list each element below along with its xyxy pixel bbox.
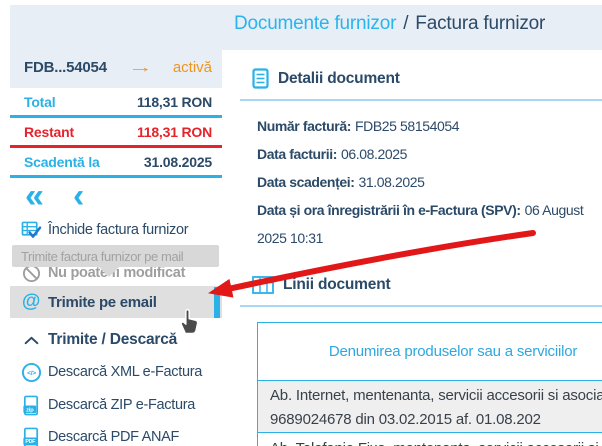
total-value: 118,31 RON (137, 94, 212, 110)
invoice-status-badge: activă (173, 59, 212, 76)
table-row: Ab. Internet, mentenanta, servicii acces… (258, 381, 602, 433)
lines-divider (240, 305, 602, 307)
row-text-line1: Ab. Telefonie Fixa, mentenanta, servicii… (270, 437, 602, 446)
menu-item-send-email[interactable]: @ Trimite pe email (10, 286, 222, 318)
back-chevron-icon[interactable]: ‹ (73, 178, 84, 214)
details-section-title: Detalii document (278, 70, 400, 88)
invoice-check-icon (20, 221, 42, 240)
details-divider (240, 99, 602, 101)
data-facturii-value: 06.08.2025 (341, 146, 407, 162)
restant-label: Restant (24, 124, 74, 140)
invoice-header-row: FDB...54054 → activă (24, 59, 212, 76)
menu-item-download-zip[interactable]: zip Descarcă ZIP e-Factura (10, 389, 222, 421)
download-pdf-label: Descarcă PDF ANAF (48, 429, 179, 445)
at-icon: @ (20, 291, 42, 313)
restant-value: 118,31 RON (137, 124, 212, 140)
document-icon (252, 68, 269, 89)
email-tooltip: Trimite factura furnizor pe mail (12, 245, 219, 267)
breadcrumb-documente-furnizor[interactable]: Documente furnizor (234, 13, 396, 34)
collapse-all-chevron-icon[interactable]: « (25, 178, 44, 214)
summary-row-total: Total 118,31 RON (10, 88, 222, 118)
total-label: Total (24, 94, 55, 110)
download-zip-label: Descarcă ZIP e-Factura (48, 397, 195, 413)
detail-line: Data scadenței:31.08.2025 (257, 168, 602, 196)
tooltip-text: Trimite factura furnizor pe mail (21, 249, 183, 264)
data-scadentei-label: Data scadenței: (257, 174, 354, 190)
scadenta-value: 31.08.2025 (144, 154, 212, 170)
document-details: Număr factură:FDB25 58154054 Data factur… (257, 112, 602, 252)
table-row: Ab. Telefonie Fixa, mentenanta, servicii… (258, 433, 602, 446)
table-column-header: Denumirea produselor sau a serviciilor (258, 323, 602, 381)
xml-glyph: </> (27, 369, 36, 376)
arrow-right-icon: → (128, 59, 154, 76)
pdf-file-icon: PDF (20, 427, 42, 446)
data-facturii-label: Data facturii: (257, 146, 337, 162)
section-header-trimite-descarca[interactable]: Trimite / Descarcă (10, 327, 222, 353)
row-text-line1: Ab. Internet, mentenanta, servicii acces… (270, 384, 602, 408)
download-xml-label: Descarcă XML e-Factura (48, 364, 202, 380)
section-title-label: Trimite / Descarcă (48, 331, 177, 349)
menu-item-download-pdf[interactable]: PDF Descarcă PDF ANAF (10, 421, 222, 446)
row-text-line2: 9689024678 din 03.02.2015 af. 01.08.202 (270, 408, 602, 432)
send-email-label: Trimite pe email (48, 294, 157, 311)
data-scadentei-value: 31.08.2025 (358, 174, 424, 190)
summary-row-restant: Restant 118,31 RON (10, 118, 222, 148)
breadcrumb: Documente furnizor / Factura furnizor (234, 13, 545, 35)
breadcrumb-separator: / (403, 13, 408, 34)
scadenta-label: Scadentă la (24, 154, 100, 170)
details-section-header: Detalii document (252, 68, 400, 89)
zip-badge-glyph: zip (26, 407, 34, 413)
tooltip-caret (98, 266, 120, 277)
document-lines-table: Denumirea produselor sau a serviciilor A… (257, 322, 602, 446)
app-window: Documente furnizor / Factura furnizor FDB.… (0, 0, 602, 446)
caret-up-icon (20, 336, 42, 345)
menu-item-close-invoice[interactable]: Închide factura furnizor (10, 216, 222, 244)
detail-line: Data facturii:06.08.2025 (257, 140, 602, 168)
invoice-number: FDB...54054 (24, 59, 107, 76)
xml-code-circle-icon: </> (20, 362, 42, 383)
numar-factura-value: FDB25 58154054 (355, 118, 459, 134)
menu-item-label: Închide factura furnizor (48, 222, 188, 238)
menu-item-download-xml[interactable]: </> Descarcă XML e-Factura (10, 357, 222, 387)
zip-file-icon: zip (20, 395, 42, 416)
breadcrumb-factura-furnizor: Factura furnizor (415, 13, 545, 34)
lines-section-title: Linii document (283, 276, 390, 294)
numar-factura-label: Număr factură: (257, 118, 351, 134)
data-inregistrarii-label: Data și ora înregistrării în e-Factura (… (257, 202, 521, 218)
detail-line: Data și ora înregistrării în e-Factura (… (257, 196, 602, 252)
pdf-badge-glyph: PDF (25, 439, 36, 445)
lines-section-header: Linii document (252, 276, 390, 294)
sidebar: FDB...54054 → activă Total 118,31 RON Re… (10, 0, 222, 446)
table-icon (252, 276, 274, 294)
summary-row-scadenta: Scadentă la 31.08.2025 (10, 148, 222, 178)
sidebar-scrollbar-thumb[interactable] (214, 287, 220, 318)
detail-line: Număr factură:FDB25 58154054 (257, 112, 602, 140)
